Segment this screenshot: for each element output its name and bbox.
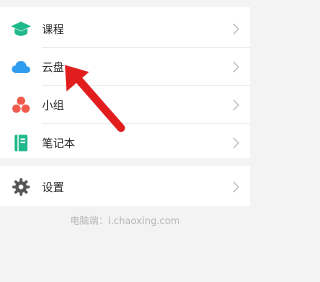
menu-item-label: 笔记本	[42, 136, 75, 150]
cloud-icon	[11, 60, 31, 73]
gear-icon	[12, 177, 30, 196]
chevron-right-icon	[233, 99, 240, 110]
menu-item-courses[interactable]: 课程	[0, 10, 250, 47]
notebook-icon	[14, 134, 28, 151]
menu-item-label: 云盘	[42, 60, 64, 74]
top-strip	[0, 0, 250, 7]
menu-item-notebook[interactable]: 笔记本	[0, 124, 250, 161]
menu-item-settings[interactable]: 设置	[0, 168, 250, 205]
graduation-cap-icon	[10, 21, 32, 36]
menu-item-label: 课程	[42, 22, 64, 36]
main-menu: 课程 云盘 小组 笔记本	[0, 7, 250, 158]
group-icon	[12, 96, 30, 113]
menu-item-cloud-drive[interactable]: 云盘	[0, 48, 250, 85]
footer-pc-url: 电脑端：i.chaoxing.com	[70, 216, 180, 227]
settings-menu: 设置	[0, 166, 250, 206]
chevron-right-icon	[233, 137, 240, 148]
menu-item-label: 小组	[42, 98, 64, 112]
menu-item-label: 设置	[42, 180, 64, 194]
chevron-right-icon	[233, 61, 240, 72]
menu-item-groups[interactable]: 小组	[0, 86, 250, 123]
chevron-right-icon	[233, 23, 240, 34]
chevron-right-icon	[233, 181, 240, 192]
